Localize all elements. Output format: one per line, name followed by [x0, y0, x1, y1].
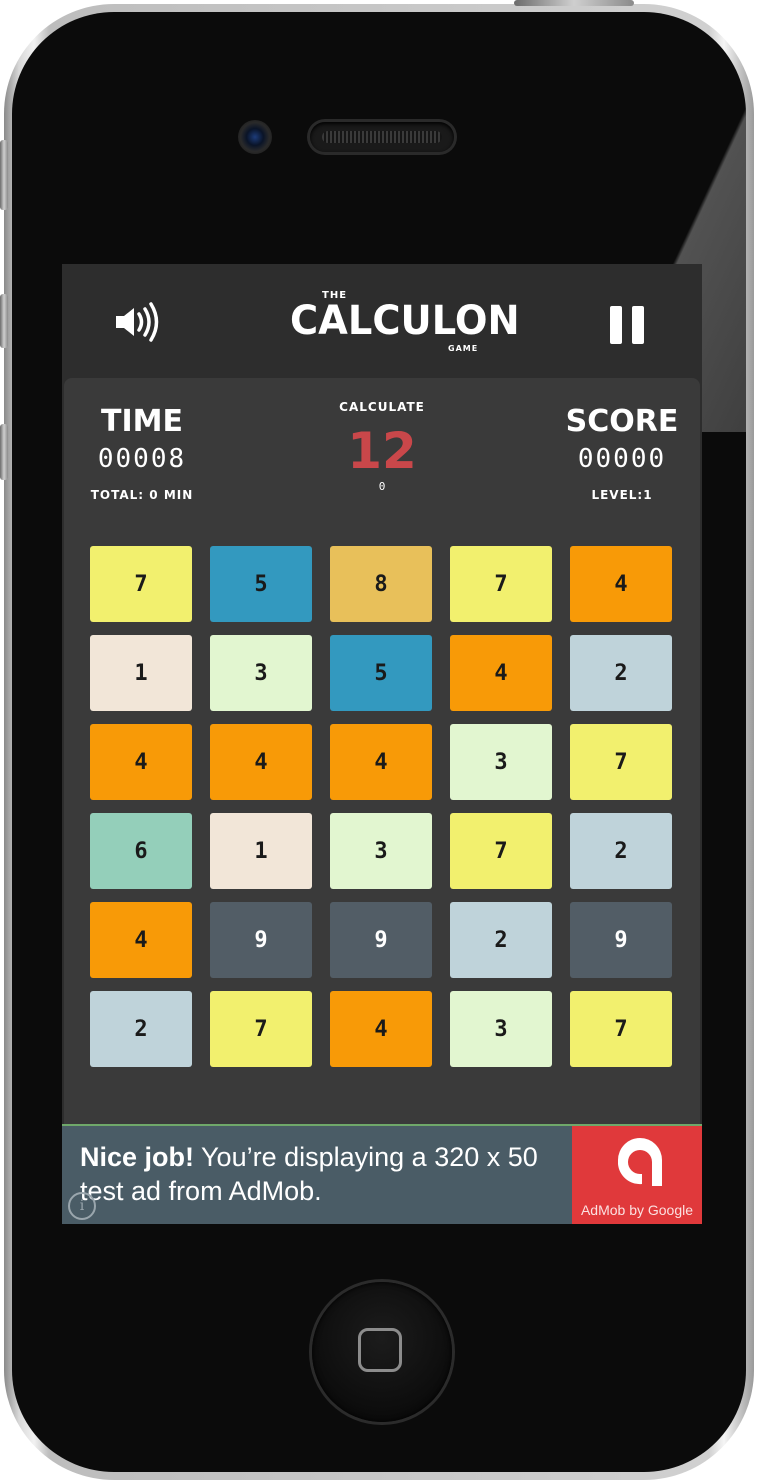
number-tile[interactable]: 2: [90, 991, 192, 1067]
number-tile[interactable]: 4: [210, 724, 312, 800]
time-value: 00008: [97, 444, 187, 474]
pause-icon: [610, 306, 622, 344]
number-tile[interactable]: 5: [330, 635, 432, 711]
home-button[interactable]: [312, 1282, 452, 1422]
number-tile[interactable]: 4: [90, 902, 192, 978]
current-sum: 0: [378, 480, 386, 493]
ad-brand-text: AdMob by Google: [580, 1202, 694, 1218]
number-tile[interactable]: 3: [210, 635, 312, 711]
front-camera: [238, 120, 272, 154]
game-screen: THE CALCULON GAME TIME 00008 TOTAL: 0 MI…: [62, 264, 702, 1224]
target-number: 12: [347, 422, 417, 480]
pause-icon-bar: [632, 306, 644, 344]
number-tile[interactable]: 1: [90, 635, 192, 711]
score-value: 00000: [577, 444, 667, 474]
number-tile[interactable]: 3: [450, 991, 552, 1067]
number-tile[interactable]: 2: [570, 813, 672, 889]
earpiece-speaker: [310, 122, 454, 152]
number-tile[interactable]: 7: [210, 991, 312, 1067]
calculate-label: CALCULATE: [339, 400, 425, 414]
number-tile[interactable]: 4: [330, 724, 432, 800]
number-tile[interactable]: 7: [450, 546, 552, 622]
number-tile[interactable]: 4: [330, 991, 432, 1067]
logo-game: GAME: [448, 344, 479, 353]
top-bar: THE CALCULON GAME: [62, 264, 702, 376]
admob-logo-icon: [618, 1138, 662, 1186]
game-logo: THE CALCULON GAME: [288, 290, 520, 358]
number-tile[interactable]: 6: [90, 813, 192, 889]
mute-switch: [0, 140, 8, 210]
number-tile[interactable]: 7: [570, 724, 672, 800]
number-tile[interactable]: 3: [330, 813, 432, 889]
number-tile[interactable]: 8: [330, 546, 432, 622]
number-tile[interactable]: 4: [90, 724, 192, 800]
volume-down-button: [0, 424, 8, 480]
number-tile[interactable]: 4: [450, 635, 552, 711]
level-label: LEVEL:1: [591, 488, 653, 502]
power-button: [514, 0, 634, 6]
number-tile[interactable]: 2: [570, 635, 672, 711]
number-tile[interactable]: 7: [450, 813, 552, 889]
number-tile[interactable]: 9: [570, 902, 672, 978]
ad-text: Nice job! You’re displaying a 320 x 50 t…: [80, 1140, 560, 1208]
home-square-icon: [358, 1328, 402, 1372]
number-tile[interactable]: 3: [450, 724, 552, 800]
number-tile[interactable]: 1: [210, 813, 312, 889]
ad-banner[interactable]: Nice job! You’re displaying a 320 x 50 t…: [62, 1124, 702, 1224]
number-tile[interactable]: 7: [570, 991, 672, 1067]
logo-title: CALCULON: [290, 298, 520, 344]
number-tile[interactable]: 9: [330, 902, 432, 978]
number-tile[interactable]: 2: [450, 902, 552, 978]
ad-brand-panel[interactable]: AdMob by Google: [572, 1126, 702, 1224]
number-tile[interactable]: 5: [210, 546, 312, 622]
number-tile[interactable]: 7: [90, 546, 192, 622]
total-time-label: TOTAL: 0 MIN: [90, 488, 194, 502]
pause-button[interactable]: [610, 306, 646, 344]
number-tile[interactable]: 9: [210, 902, 312, 978]
speaker-volume-icon: [116, 302, 159, 342]
score-label: SCORE: [565, 404, 679, 439]
ad-bold-text: Nice job!: [80, 1142, 195, 1172]
sound-button[interactable]: [114, 300, 166, 344]
info-icon[interactable]: i: [68, 1192, 96, 1220]
volume-up-button: [0, 294, 8, 348]
time-label: TIME: [101, 404, 183, 439]
number-tile[interactable]: 4: [570, 546, 672, 622]
